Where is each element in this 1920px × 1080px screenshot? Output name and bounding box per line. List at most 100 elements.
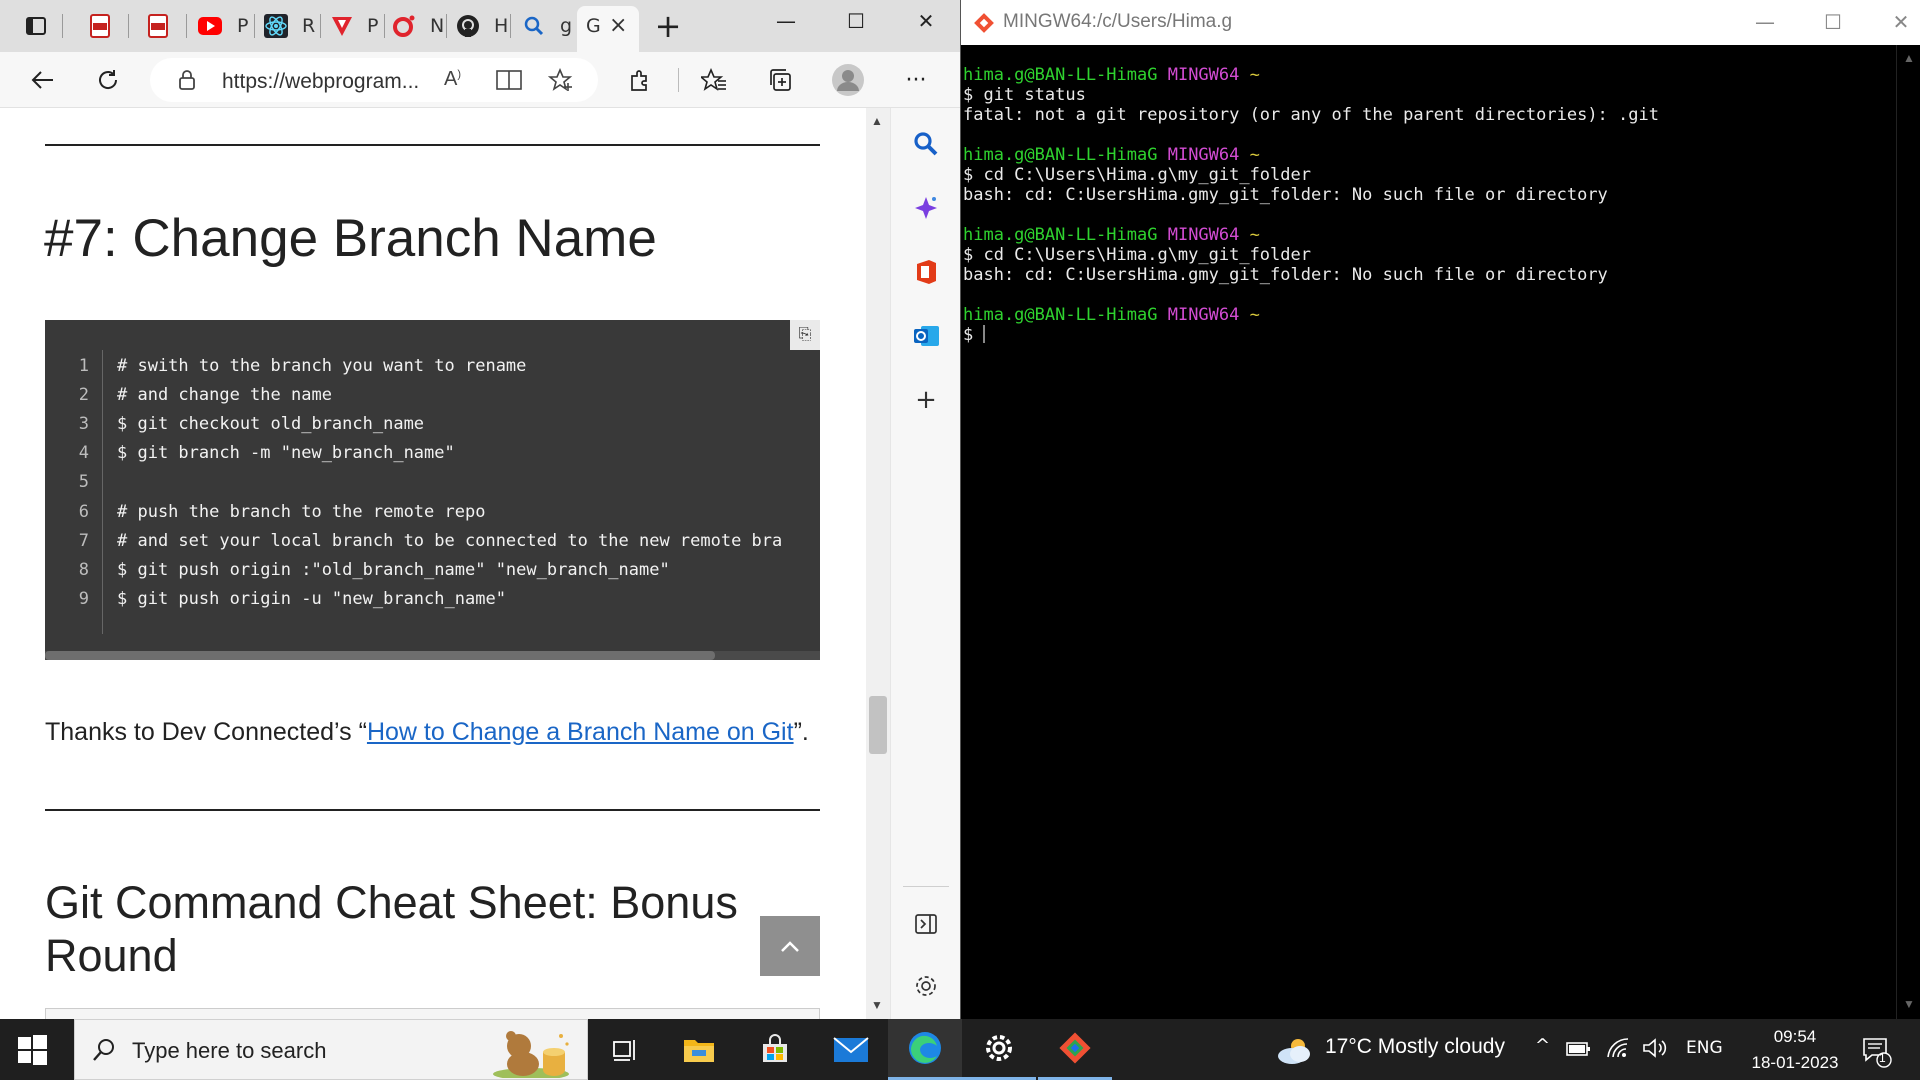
refresh-icon[interactable] — [88, 60, 128, 100]
wifi-icon[interactable] — [1606, 1037, 1630, 1059]
tab-label[interactable]: g — [560, 15, 572, 37]
extensions-icon[interactable] — [620, 60, 660, 100]
page-scrollbar[interactable]: ▲ ▼ — [866, 108, 890, 1019]
prompt-dir: ~ — [1249, 305, 1260, 325]
prompt-dir: ~ — [1249, 225, 1260, 245]
tab-separator — [384, 14, 385, 38]
tab-label[interactable]: P — [367, 15, 378, 37]
web-page-content: #7: Change Branch Name ⎘ 1 # swith to the… — [0, 108, 880, 1019]
react-icon[interactable] — [262, 12, 290, 40]
read-aloud-icon[interactable]: A) — [444, 68, 461, 91]
collections-icon[interactable] — [760, 60, 800, 100]
terminal-title-bar: MINGW64:/c/Users/Hima.g — ☐ ✕ — [961, 0, 1920, 45]
taskbar-search-box[interactable]: Type here to search — [74, 1019, 588, 1080]
search-icon[interactable] — [520, 12, 548, 40]
file-explorer-icon[interactable] — [662, 1019, 736, 1080]
browser-toolbar: https://webprogram... A) ··· — [0, 52, 960, 108]
close-window-icon[interactable]: ✕ — [1881, 6, 1920, 38]
youtube-icon[interactable] — [196, 12, 224, 40]
opera-icon[interactable] — [390, 12, 418, 40]
minimize-icon[interactable]: — — [1745, 6, 1785, 38]
url-text[interactable]: https://webprogram... — [222, 70, 419, 94]
show-hidden-icons-icon[interactable]: ^ — [1535, 1035, 1550, 1056]
add-icon[interactable]: + — [904, 378, 948, 422]
tab-label: G — [586, 15, 601, 37]
maximize-icon[interactable]: ☐ — [836, 6, 876, 36]
tab-actions-icon[interactable] — [22, 12, 50, 40]
git-bash-icon[interactable] — [1038, 1019, 1112, 1080]
tab-label[interactable]: P — [237, 15, 248, 37]
tab-label[interactable]: R — [302, 15, 315, 37]
profile-avatar[interactable] — [828, 60, 868, 100]
line-number: 8 — [78, 560, 89, 580]
maximize-icon[interactable]: ☐ — [1813, 6, 1853, 38]
scroll-down-arrow-icon[interactable]: ▼ — [871, 998, 883, 1012]
sidebar-settings-icon[interactable] — [904, 964, 948, 1008]
terminal-scrollbar[interactable]: ▲ ▼ — [1896, 45, 1920, 1019]
scroll-up-arrow-icon[interactable]: ▲ — [1903, 51, 1915, 65]
add-favorite-icon[interactable] — [547, 67, 574, 97]
weather-text[interactable]: 17°C Mostly cloudy — [1325, 1035, 1505, 1059]
scroll-to-top-button[interactable] — [760, 916, 820, 976]
language-indicator[interactable]: ENG — [1686, 1038, 1723, 1058]
edge-icon[interactable] — [888, 1019, 962, 1080]
tab-strip: P R P N H g G × + — ☐ ✕ — [0, 0, 960, 52]
close-window-icon[interactable]: ✕ — [906, 6, 946, 36]
mingw64-terminal-window: MINGW64:/c/Users/Hima.g — ☐ ✕ hima.g@BAN… — [960, 0, 1920, 1019]
clock-date[interactable]: 18-01-2023 — [1732, 1053, 1858, 1073]
windows-start-icon[interactable] — [14, 1032, 50, 1068]
office-icon[interactable] — [904, 250, 948, 294]
task-view-icon[interactable] — [588, 1019, 662, 1080]
settings-icon[interactable] — [962, 1019, 1036, 1080]
github-icon[interactable] — [454, 12, 482, 40]
battery-icon[interactable] — [1566, 1039, 1592, 1059]
copy-code-icon[interactable]: ⎘ — [790, 320, 820, 350]
immersive-reader-icon[interactable] — [496, 68, 522, 97]
new-tab-button[interactable]: + — [650, 7, 686, 45]
address-bar[interactable]: https://webprogram... A) — [150, 58, 598, 102]
lock-icon[interactable] — [178, 70, 196, 90]
tab-label[interactable]: N — [430, 15, 444, 37]
line-number: 9 — [78, 589, 89, 609]
tab-separator — [254, 14, 255, 38]
active-tab[interactable]: G × — [577, 6, 639, 52]
favorites-icon[interactable] — [694, 60, 734, 100]
volume-icon[interactable] — [1642, 1037, 1668, 1059]
scroll-up-arrow-icon[interactable]: ▲ — [871, 114, 883, 128]
input-line[interactable]: $ — [963, 325, 986, 345]
line-number: 6 — [78, 502, 89, 522]
prompt-host: MINGW64 — [1167, 225, 1240, 245]
terminal-output[interactable]: hima.g@BAN-LL-HimaG MINGW64 ~ $ git stat… — [961, 45, 1896, 1019]
microsoft-store-icon[interactable] — [738, 1019, 812, 1080]
scrollbar-thumb[interactable] — [45, 651, 715, 660]
code-horizontal-scrollbar[interactable] — [45, 651, 820, 660]
tab-label[interactable]: H — [494, 15, 508, 37]
back-icon[interactable] — [22, 60, 62, 100]
close-tab-icon[interactable]: × — [609, 13, 627, 38]
pdf-icon[interactable] — [86, 12, 114, 40]
credit-text: ”. — [793, 718, 809, 746]
pdf-icon[interactable] — [144, 12, 172, 40]
outlook-icon[interactable] — [904, 314, 948, 358]
scrollbar-thumb[interactable] — [869, 696, 887, 754]
clock-time[interactable]: 09:54 — [1760, 1027, 1830, 1047]
prompt-line: hima.g@BAN-LL-HimaG MINGW64 ~ — [963, 65, 1260, 85]
prompt-line: hima.g@BAN-LL-HimaG MINGW64 ~ — [963, 225, 1260, 245]
search-icon — [93, 1039, 114, 1061]
terminal-line: $ cd C:\Users\Hima.g\my_git_folder — [963, 245, 1311, 265]
minimize-icon[interactable]: — — [766, 6, 806, 36]
line-number: 3 — [78, 414, 89, 434]
discover-sparkle-icon[interactable] — [904, 186, 948, 230]
code-text: $ git checkout old_branch_name — [117, 414, 425, 434]
mail-icon[interactable] — [814, 1019, 888, 1080]
search-icon[interactable] — [904, 122, 948, 166]
more-menu-icon[interactable]: ··· — [896, 60, 936, 100]
divider — [45, 144, 820, 146]
scroll-down-arrow-icon[interactable]: ▼ — [1903, 997, 1915, 1011]
prompt-user: hima.g@BAN-LL-HimaG — [963, 145, 1158, 165]
vivaldi-icon[interactable] — [328, 12, 356, 40]
notification-center-icon[interactable]: 1 — [1858, 1033, 1894, 1069]
hide-sidebar-icon[interactable] — [904, 902, 948, 946]
credit-link[interactable]: How to Change a Branch Name on Git — [367, 718, 794, 746]
prompt-line: hima.g@BAN-LL-HimaG MINGW64 ~ — [963, 145, 1260, 165]
